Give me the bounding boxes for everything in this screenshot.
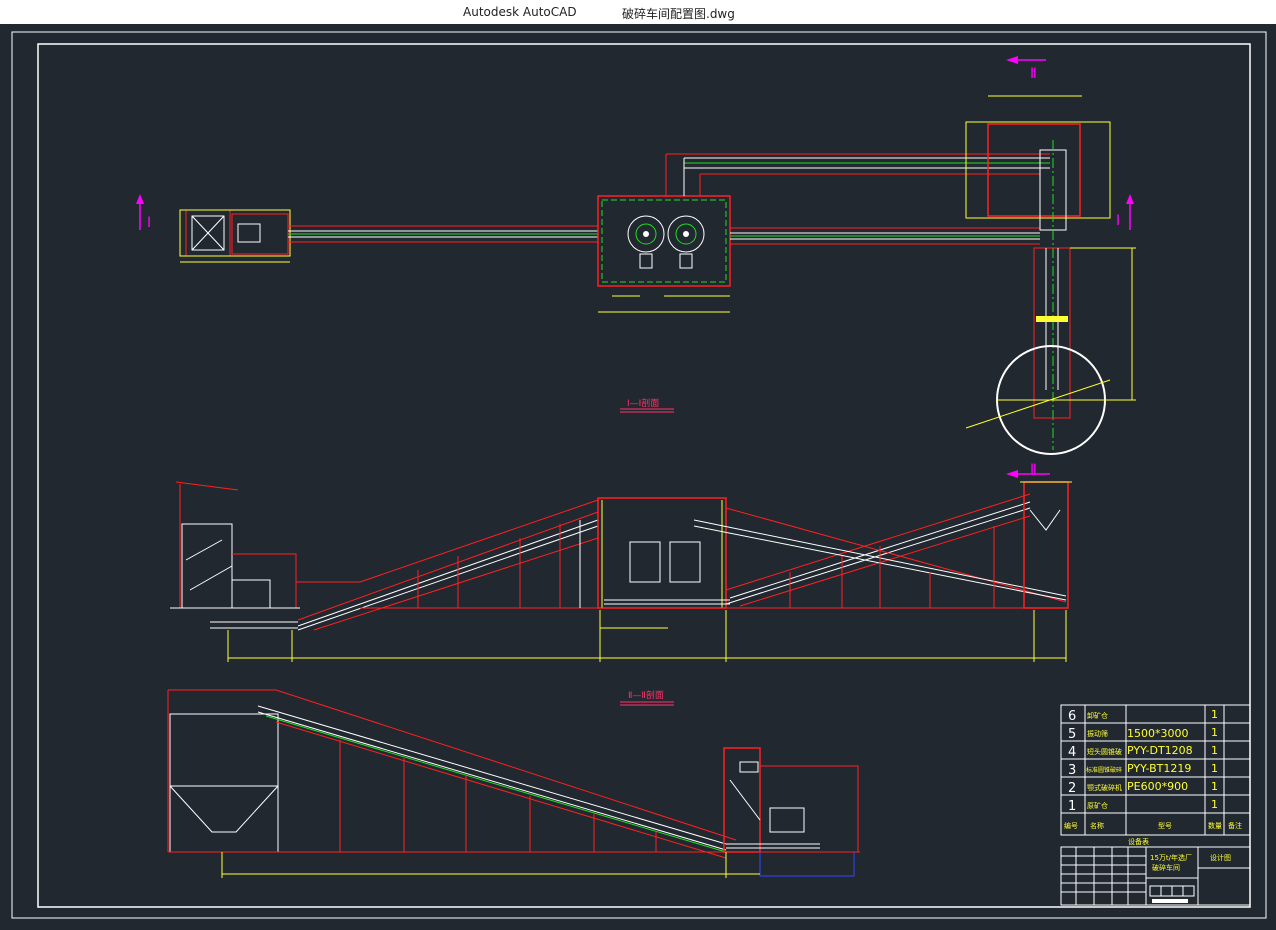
section-ii-elevation <box>167 689 860 878</box>
table-row-4-name: 短头圆锥破 <box>1087 747 1122 756</box>
section-i-elevation <box>170 481 1072 662</box>
table-row-4-qty: 1 <box>1211 744 1218 757</box>
section-ore-bin <box>169 713 279 853</box>
section-crusher-house <box>597 497 727 609</box>
table-row-3-name: 标准圆锥破碎 <box>1086 766 1122 774</box>
outer-border <box>11 31 1267 919</box>
table-row-6-no: 6 <box>1068 709 1076 724</box>
table-header-note: 备注 <box>1228 821 1242 830</box>
file-name: 破碎车间配置图.dwg <box>622 7 735 21</box>
table-row-4-no: 4 <box>1068 745 1076 760</box>
title-block-drawing-no: 设计图 <box>1210 853 1231 862</box>
table-row-3-no: 3 <box>1068 763 1076 778</box>
app-name: Autodesk AutoCAD <box>463 5 577 19</box>
table-row-1-no: 1 <box>1068 799 1076 814</box>
table-header-no: 编号 <box>1064 821 1078 830</box>
table-row-1-name: 原矿仓 <box>1087 801 1108 810</box>
equipment-table: 6 卸矿仓 1 5 振动筛 1500*3000 1 4 短头圆锥破 PYY-DT… <box>1060 704 1251 846</box>
table-row-5-name: 振动筛 <box>1087 729 1108 738</box>
table-row-6-name: 卸矿仓 <box>1087 711 1108 720</box>
section-marker-ii-bottom: Ⅱ <box>1030 462 1037 478</box>
title-block: 15万t/年选厂 破碎车间 设计图 <box>1060 846 1251 906</box>
section-marker-ii-top: Ⅱ <box>1030 66 1037 82</box>
table-row-6-qty: 1 <box>1211 708 1218 721</box>
cad-drawing[interactable]: I I Ⅱ Ⅱ I—I剖面 Ⅱ—Ⅱ剖面 6 卸矿仓 1 5 振动筛 1500*3… <box>0 24 1276 926</box>
table-row-2-spec: PE600*900 <box>1127 780 1188 793</box>
section-markers: I I Ⅱ Ⅱ <box>136 56 1134 478</box>
table-header-spec: 型号 <box>1158 821 1172 830</box>
table-caption: 设备表 <box>1128 837 1149 846</box>
section-marker-i-left: I <box>147 215 151 231</box>
table-header-qty: 数量 <box>1208 821 1222 830</box>
table-row-2-no: 2 <box>1068 781 1076 796</box>
table-row-3-spec: PYY-BT1219 <box>1127 762 1191 775</box>
table-row-2-name: 颚式破碎机 <box>1087 783 1122 792</box>
table-row-3-qty: 1 <box>1211 762 1218 775</box>
section-marker-i-right: I <box>1116 213 1120 229</box>
drawing-canvas[interactable]: I I Ⅱ Ⅱ I—I剖面 Ⅱ—Ⅱ剖面 6 卸矿仓 1 5 振动筛 1500*3… <box>0 24 1276 926</box>
title-block-project: 15万t/年选厂 <box>1150 853 1192 862</box>
table-row-2-qty: 1 <box>1211 780 1218 793</box>
table-row-5-spec: 1500*3000 <box>1127 727 1189 740</box>
section-title-2: Ⅱ—Ⅱ剖面 <box>628 689 664 701</box>
table-header-name: 名称 <box>1090 821 1104 830</box>
plan-crusher-house <box>597 195 731 287</box>
title-block-drawing: 破碎车间 <box>1152 863 1180 872</box>
section-title-1: I—I剖面 <box>627 397 659 409</box>
window-titlebar: Autodesk AutoCAD 破碎车间配置图.dwg <box>0 0 1276 24</box>
table-row-5-qty: 1 <box>1211 726 1218 739</box>
table-row-5-no: 5 <box>1068 727 1076 742</box>
table-row-4-spec: PYY-DT1208 <box>1127 744 1193 757</box>
table-row-1-qty: 1 <box>1211 798 1218 811</box>
